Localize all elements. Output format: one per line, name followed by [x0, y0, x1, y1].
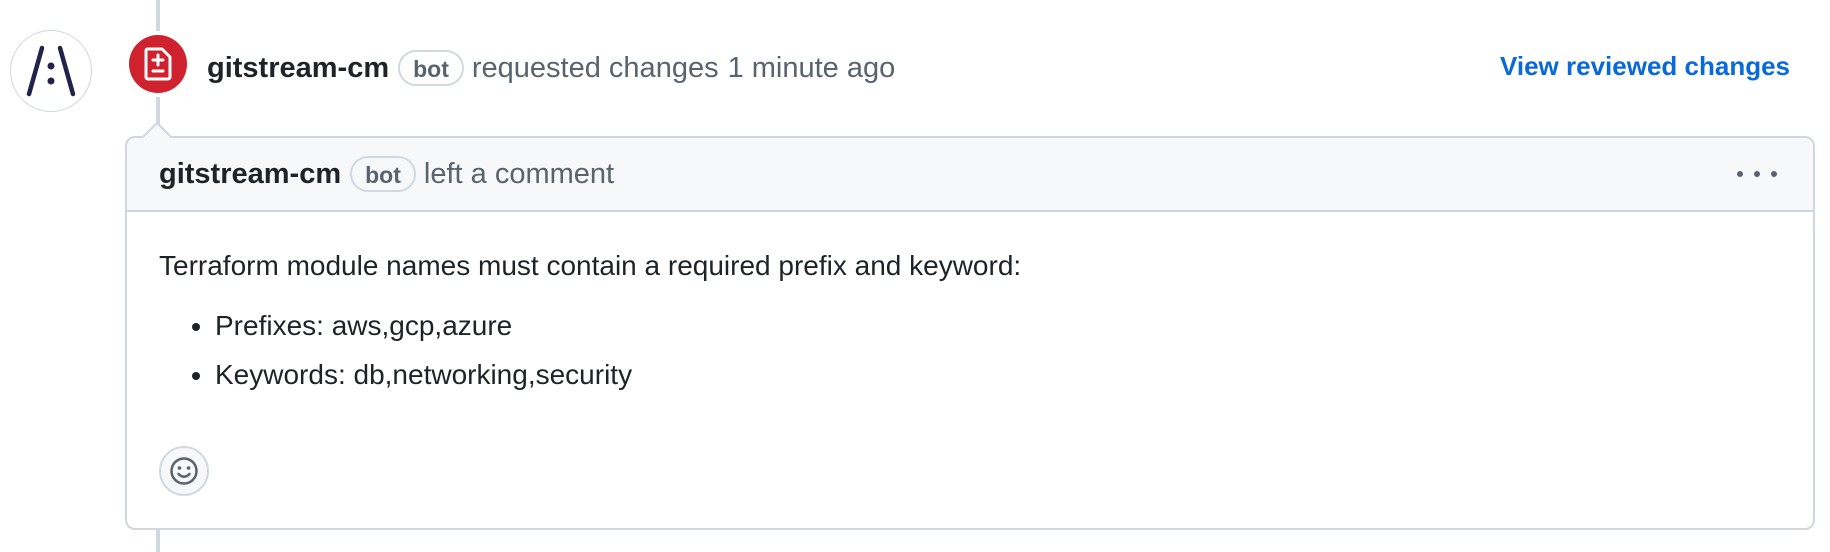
avatar[interactable] [10, 30, 92, 112]
gitstream-logo-icon [26, 45, 76, 97]
comment-box: gitstream-cm bot left a comment Terrafor… [125, 136, 1815, 530]
comment-bot-label: bot [350, 156, 416, 192]
add-reaction-button[interactable] [159, 446, 209, 496]
review-timeline-item: gitstream-cm bot requested changes 1 min… [0, 0, 1830, 552]
review-timestamp[interactable]: 1 minute ago [728, 52, 896, 85]
review-action: requested changes [471, 51, 719, 84]
kebab-horizontal-icon[interactable] [1737, 160, 1777, 188]
review-author-link[interactable]: gitstream-cm [207, 52, 389, 85]
file-diff-icon [129, 35, 187, 93]
comment-body: Terraform module names must contain a re… [127, 212, 1813, 393]
comment-author-link[interactable]: gitstream-cm [159, 158, 341, 191]
comment-header: gitstream-cm bot left a comment [127, 138, 1813, 212]
comment-intro: Terraform module names must contain a re… [159, 250, 1022, 281]
list-item: Prefixes: aws,gcp,azure [215, 308, 1781, 344]
view-reviewed-changes-link[interactable]: View reviewed changes [1500, 51, 1790, 82]
smiley-icon [170, 457, 198, 485]
comment-action: left a comment [423, 157, 615, 190]
list-item: Keywords: db,networking,security [215, 357, 1781, 393]
comment-list: Prefixes: aws,gcp,azure Keywords: db,net… [159, 308, 1781, 393]
bot-label: bot [398, 50, 464, 86]
